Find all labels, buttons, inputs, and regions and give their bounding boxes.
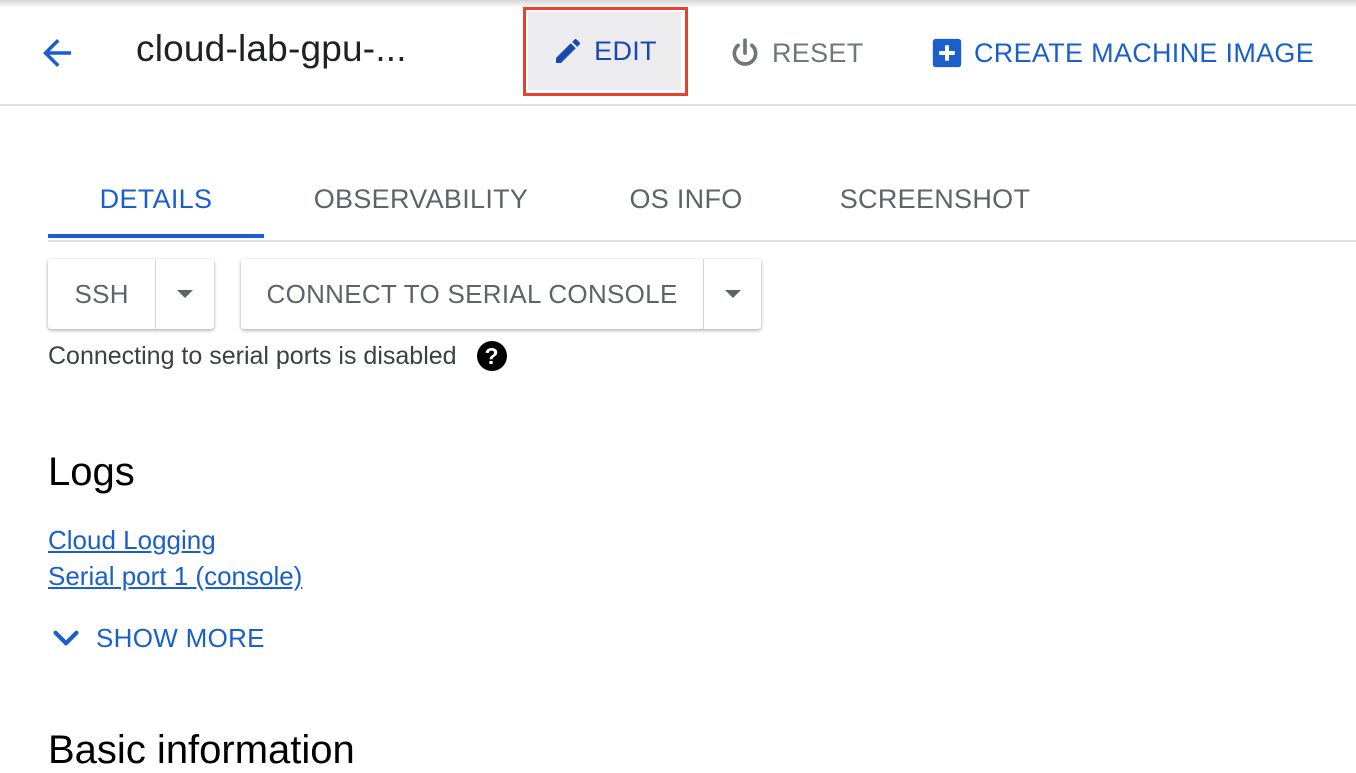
tab-os-info[interactable]: OS INFO	[608, 160, 764, 238]
power-icon	[732, 38, 758, 66]
create-machine-image-button[interactable]: CREATE MACHINE IMAGE	[930, 22, 1314, 84]
back-button[interactable]	[34, 30, 80, 76]
reset-button[interactable]: RESET	[728, 22, 864, 84]
basic-information-heading: Basic information	[48, 728, 355, 772]
chevron-down-icon	[53, 630, 79, 646]
page-title: cloud-lab-gpu-...	[136, 28, 407, 69]
cloud-logging-link[interactable]: Cloud Logging	[48, 525, 216, 556]
active-tab-indicator	[48, 234, 264, 238]
help-icon[interactable]: ?	[476, 341, 507, 371]
reset-button-label: RESET	[772, 37, 864, 68]
caret-down-icon	[724, 290, 741, 298]
serial-ports-disabled-text: Connecting to serial ports is disabled	[48, 341, 457, 370]
show-more-button[interactable]: SHOW MORE	[48, 620, 265, 656]
caret-down-icon	[177, 290, 194, 298]
serial-ports-note: Connecting to serial ports is disabled ?	[48, 339, 507, 373]
serial-port-1-link[interactable]: Serial port 1 (console)	[48, 561, 302, 592]
tab-observability[interactable]: OBSERVABILITY	[296, 160, 546, 238]
plus-box-icon	[932, 38, 962, 68]
page-header: cloud-lab-gpu-... EDIT RESET CREATE MACH…	[0, 0, 1356, 106]
tab-bar: DETAILS OBSERVABILITY OS INFO SCREENSHOT	[48, 160, 1356, 242]
serial-console-split-button: CONNECT TO SERIAL CONSOLE	[241, 259, 761, 329]
tab-details[interactable]: DETAILS	[48, 160, 264, 238]
tab-screenshot[interactable]: SCREENSHOT	[828, 160, 1042, 238]
show-more-label: SHOW MORE	[96, 622, 265, 653]
connect-serial-console-button[interactable]: CONNECT TO SERIAL CONSOLE	[241, 259, 705, 329]
edit-highlight-box	[523, 7, 688, 96]
arrow-back-icon	[43, 39, 71, 67]
ssh-split-button: SSH	[48, 259, 214, 329]
create-machine-image-label: CREATE MACHINE IMAGE	[974, 37, 1315, 68]
ssh-button[interactable]: SSH	[48, 259, 157, 329]
logs-heading: Logs	[48, 450, 135, 494]
ssh-dropdown-button[interactable]	[156, 259, 214, 329]
serial-console-dropdown-button[interactable]	[704, 259, 761, 329]
